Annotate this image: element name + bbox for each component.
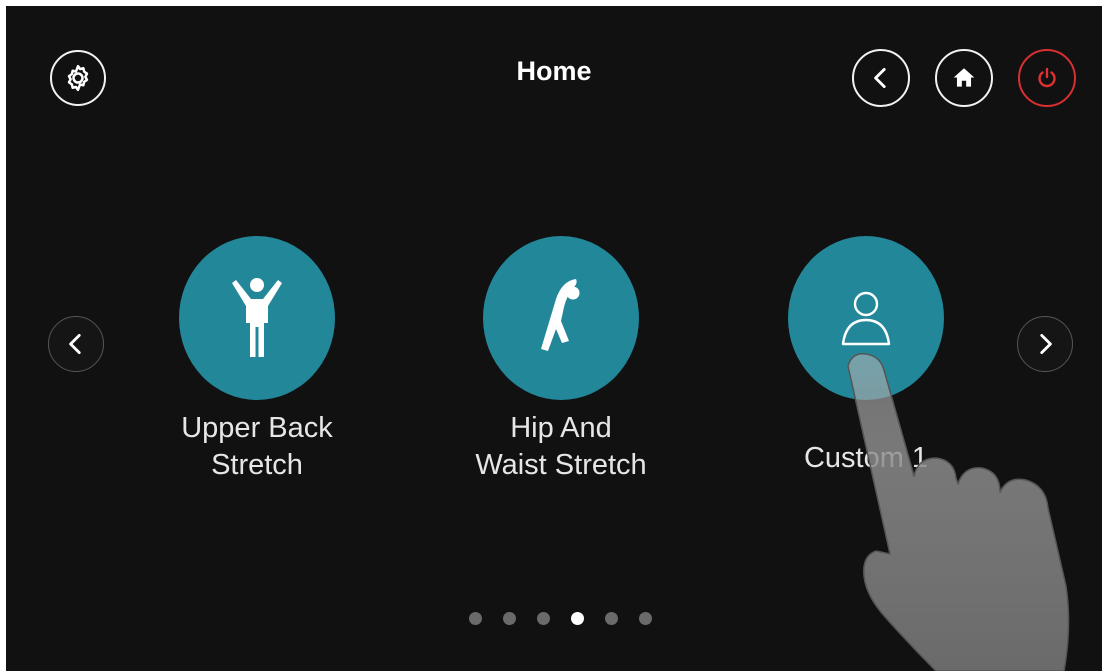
user-outline-icon — [841, 291, 891, 346]
person-arms-up-icon — [232, 278, 282, 357]
back-button[interactable] — [852, 49, 910, 107]
page-dot[interactable] — [503, 612, 516, 625]
page-dot[interactable] — [605, 612, 618, 625]
home-icon — [953, 68, 975, 87]
carousel-next-button[interactable] — [1017, 316, 1073, 372]
power-button[interactable] — [1018, 49, 1076, 107]
program-icon-disc — [788, 236, 944, 400]
home-button[interactable] — [935, 49, 993, 107]
chevron-right-icon — [1040, 333, 1052, 355]
page-dot[interactable] — [639, 612, 652, 625]
page-dot-active[interactable] — [571, 612, 584, 625]
program-tile-custom-1[interactable]: Custom 1 — [746, 236, 986, 477]
pagination-dots — [469, 612, 652, 625]
program-label: Custom 1 — [803, 442, 929, 474]
power-icon — [1038, 67, 1056, 88]
program-label: Hip And Waist Stretch — [475, 412, 647, 481]
program-tile-hip-and-waist-stretch[interactable]: Hip And Waist Stretch — [441, 236, 681, 484]
program-label: Upper Back Stretch — [181, 412, 333, 481]
person-side-bend-icon — [541, 279, 580, 351]
chevron-left-icon — [69, 333, 81, 355]
program-tile-upper-back-stretch[interactable]: Upper Back Stretch — [137, 236, 377, 484]
carousel-prev-button[interactable] — [48, 316, 104, 372]
program-icon-disc — [483, 236, 639, 400]
page-dot[interactable] — [469, 612, 482, 625]
page-dot[interactable] — [537, 612, 550, 625]
chevron-left-icon — [874, 67, 886, 89]
app-screen: Home Upper Back Stretch Hip And Waist St… — [6, 6, 1102, 671]
program-icon-disc — [179, 236, 335, 400]
